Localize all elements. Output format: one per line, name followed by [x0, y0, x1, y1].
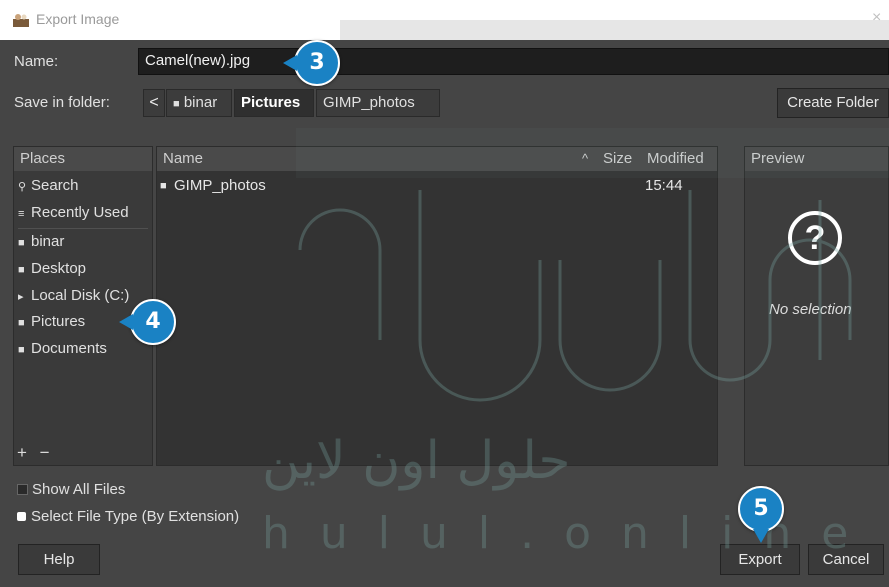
export-button[interactable]: Export [720, 544, 800, 575]
place-binar[interactable]: ■ binar [18, 229, 64, 255]
file-list-panel: Name ^ Size Modified ■ GIMP_photos 15:44 [156, 146, 718, 466]
save-in-folder-label: Save in folder: [14, 94, 110, 111]
callout-pointer [119, 314, 133, 330]
remove-bookmark-icon[interactable]: − [40, 443, 50, 462]
no-selection-text: No selection [769, 301, 852, 318]
folder-icon: ■ [18, 237, 25, 249]
breadcrumb-gimp-photos[interactable]: GIMP_photos [316, 89, 440, 117]
recent-icon: ≡ [18, 208, 25, 220]
title-bar: Export Image × [0, 0, 889, 40]
file-modified: 15:44 [645, 177, 683, 194]
close-icon[interactable]: × [872, 9, 881, 27]
folder-icon: ■ [160, 180, 167, 192]
add-bookmark-icon[interactable]: + [17, 443, 27, 462]
column-size[interactable]: Size [603, 147, 632, 171]
folder-icon: ■ [18, 344, 25, 356]
folder-icon: ■ [18, 317, 25, 329]
select-file-type-expander[interactable]: Select File Type (By Extension) [17, 508, 239, 525]
show-all-files-checkbox[interactable]: Show All Files [17, 481, 125, 498]
places-footer: + − [17, 443, 50, 463]
file-name: GIMP_photos [174, 177, 266, 194]
callout-pointer [283, 55, 297, 71]
breadcrumb-binar[interactable]: ■ binar [166, 89, 232, 117]
folder-icon: ■ [18, 264, 25, 276]
breadcrumb-pictures[interactable]: Pictures [234, 89, 314, 117]
title-bar-strip [340, 20, 889, 40]
step-4-callout: 4 [119, 299, 176, 345]
expander-icon [17, 512, 26, 521]
step-5-callout: 5 [738, 486, 784, 543]
preview-panel: Preview ? No selection [744, 146, 889, 466]
create-folder-button[interactable]: Create Folder [777, 88, 889, 118]
question-icon: ? [788, 211, 842, 265]
checkbox-icon [17, 484, 28, 495]
place-recently-used[interactable]: ≡ Recently Used [18, 200, 129, 226]
help-button[interactable]: Help [18, 544, 100, 575]
places-header: Places [14, 147, 152, 171]
gimp-app-icon [13, 14, 29, 27]
folder-icon: ■ [173, 98, 180, 110]
file-name-input[interactable]: Camel(new).jpg [138, 48, 889, 75]
places-panel: Places ⚲ Search ≡ Recently Used ■ binar ■ De… [13, 146, 153, 466]
column-modified[interactable]: Modified [647, 147, 704, 171]
file-row-gimp-photos[interactable]: ■ GIMP_photos 15:44 [157, 173, 717, 199]
preview-header: Preview [745, 147, 888, 171]
drive-icon: ▸ [18, 291, 24, 303]
file-list-header: Name ^ Size Modified [157, 147, 717, 171]
place-search[interactable]: ⚲ Search [18, 173, 79, 199]
column-name[interactable]: Name [163, 147, 203, 171]
place-desktop[interactable]: ■ Desktop [18, 256, 86, 282]
breadcrumb-back-button[interactable]: < [143, 89, 165, 117]
place-local-disk[interactable]: ▸ Local Disk (C:) [18, 283, 129, 309]
search-icon: ⚲ [18, 181, 27, 193]
step-3-callout: 3 [283, 40, 340, 86]
breadcrumb-label: binar [183, 94, 218, 111]
name-label: Name: [14, 53, 59, 70]
sort-ascending-icon: ^ [582, 151, 589, 166]
cancel-button[interactable]: Cancel [808, 544, 884, 575]
place-pictures[interactable]: ■ Pictures [18, 309, 85, 335]
window-title: Export Image [36, 11, 120, 27]
place-documents[interactable]: ■ Documents [18, 336, 107, 362]
callout-pointer [753, 529, 769, 543]
